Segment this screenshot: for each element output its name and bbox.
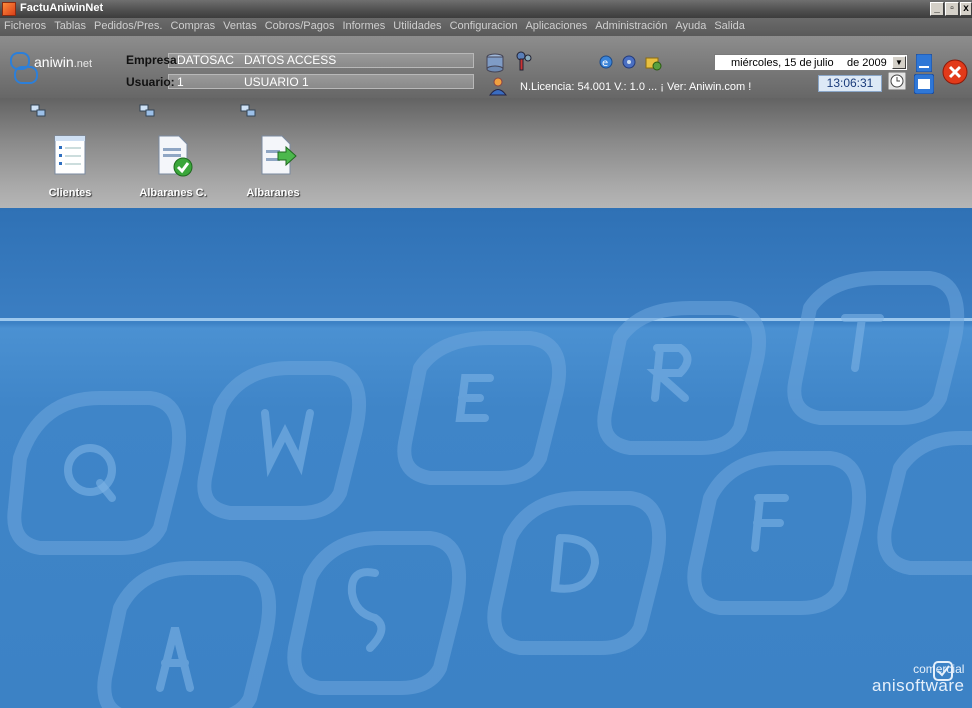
maximize-button[interactable]: ▫ [945,2,959,16]
empresa-code: DATOSAC [177,53,234,67]
exit-icon[interactable] [941,58,969,86]
close-button[interactable]: x [960,2,972,16]
empresa-name: DATOS ACCESS [244,53,337,67]
database-icon[interactable] [484,52,506,74]
menu-administracion[interactable]: Administración [591,18,671,36]
usuario-code: 1 [177,75,184,89]
menu-aplicaciones[interactable]: Aplicaciones [521,18,591,36]
aniwin-logo: aniwin.net [10,52,110,88]
menu-bar: Ficheros Tablas Pedidos/Pres. Compras Ve… [0,18,972,36]
minimize-button[interactable]: _ [930,2,944,16]
document-check-icon [158,135,193,177]
menu-tablas[interactable]: Tablas [50,18,90,36]
chevron-down-icon[interactable]: ▼ [892,56,906,69]
tools-icon[interactable] [644,53,662,71]
shortcut-label: Clientes [48,187,92,199]
shortcut-albaranes-c[interactable]: Albaranes C. [128,98,218,208]
usuario-name: USUARIO 1 [244,75,309,89]
restore-app-icon[interactable] [914,74,934,94]
window-title: FactuAniwinNet [20,2,104,14]
menu-utilidades[interactable]: Utilidades [389,18,445,36]
internet-explorer-icon[interactable]: e [598,54,614,70]
logo-text: aniwin [34,54,74,70]
menu-ventas[interactable]: Ventas [219,18,261,36]
menu-informes[interactable]: Informes [338,18,389,36]
media-icon[interactable] [621,54,637,70]
menu-compras[interactable]: Compras [166,18,219,36]
date-year: de 2009 [847,57,887,69]
time-display: 13:06:31 [818,75,882,92]
menu-ayuda[interactable]: Ayuda [671,18,710,36]
desktop-background: comercial anisoftware [0,208,972,708]
svg-text:e: e [602,58,608,69]
checkbox-logo-icon [933,661,953,681]
minimize-app-icon[interactable] [916,54,932,72]
menu-configuracion[interactable]: Configuracion [446,18,522,36]
shortcut-albaranes[interactable]: Albaranes [228,98,318,208]
title-bar: FactuAniwinNet _ ▫ x [0,0,972,18]
empresa-label: Empresa: [126,53,181,67]
user-icon[interactable] [488,76,508,96]
date-month: julio [814,57,834,69]
app-icon [2,2,16,16]
usuario-label: Usuario: [126,75,175,89]
keys-icon[interactable] [514,50,534,72]
document-arrow-icon [261,135,297,175]
shortcut-label: Albaranes C. [139,187,207,199]
document-list-icon [54,135,86,175]
menu-cobros-pagos[interactable]: Cobros/Pagos [261,18,339,36]
clock-icon[interactable] [888,72,906,90]
shortcut-label: Albaranes [246,187,300,199]
menu-salida[interactable]: Salida [710,18,749,36]
logo-suffix: .net [73,58,93,70]
date-weekday-day: miércoles, 15 de [731,57,812,69]
usuario-field [168,74,474,89]
license-status: N.Licencia: 54.001 V.: 1.0 ... ¡ Ver: An… [520,81,752,93]
menu-pedidos[interactable]: Pedidos/Pres. [90,18,166,36]
shortcut-clientes[interactable]: Clientes [25,98,115,208]
keyboard-graphic [7,271,972,708]
shortcut-bar: Clientes Albaranes C. Albaranes [0,98,972,208]
date-picker[interactable]: miércoles, 15 de julio de 2009 ▼ [714,54,908,71]
menu-ficheros[interactable]: Ficheros [0,18,50,36]
